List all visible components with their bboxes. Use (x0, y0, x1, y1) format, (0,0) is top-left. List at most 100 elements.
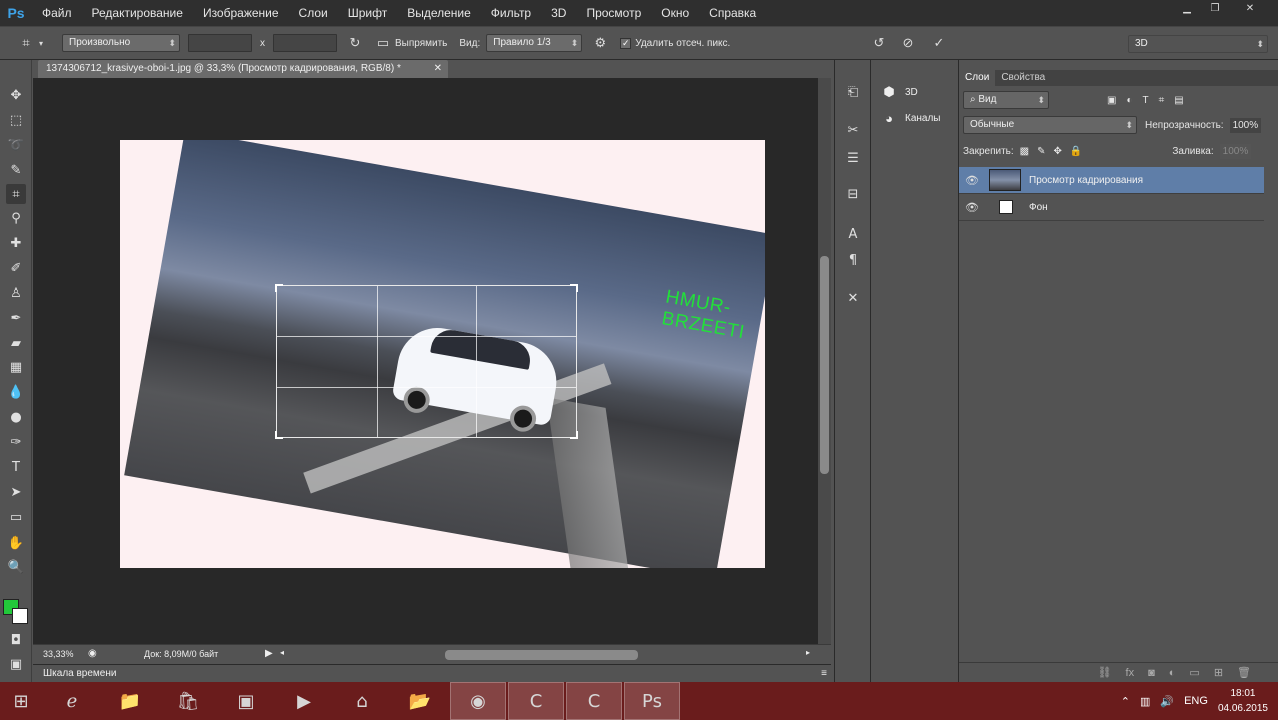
scroll-left-icon[interactable]: ◂ (280, 648, 284, 657)
screen-mode-icon[interactable]: ▣ (6, 654, 26, 674)
filter-adjust-icon[interactable]: ◐ (1126, 95, 1132, 106)
photoshop-taskbar-icon[interactable]: Ps (624, 682, 680, 720)
ie-icon[interactable]: ℯ (44, 682, 100, 720)
stamp-tool-icon[interactable]: ♙ (6, 283, 26, 303)
share-icon[interactable]: ◉ (88, 648, 97, 659)
minimize-icon[interactable]: ▁ (1174, 2, 1200, 16)
character-icon[interactable]: A (843, 224, 863, 244)
straighten-icon[interactable]: ▭ (373, 33, 393, 53)
close-icon[interactable]: ✕ (1230, 2, 1270, 16)
vertical-scroll-thumb[interactable] (820, 256, 829, 474)
clock[interactable]: 18:01 04.06.2015 (1218, 686, 1268, 716)
horizontal-scroll-thumb[interactable] (445, 650, 638, 660)
crop-box[interactable] (275, 284, 578, 439)
camtasia-recorder-icon[interactable]: C (566, 682, 622, 720)
move-tool-icon[interactable]: ✥ (6, 85, 26, 105)
close-tab-icon[interactable]: ✕ (434, 60, 442, 78)
camtasia-icon[interactable]: C (508, 682, 564, 720)
lasso-tool-icon[interactable]: ➰ (6, 135, 26, 155)
hand-tool-icon[interactable]: ✋ (6, 533, 26, 553)
tool-presets-icon[interactable]: ✕ (843, 288, 863, 308)
explorer-icon[interactable]: 📁 (102, 682, 158, 720)
fx-icon[interactable]: fx (1126, 667, 1135, 679)
menu-filter[interactable]: Фильтр (481, 0, 541, 26)
panel-channels-button[interactable]: ◕ Каналы (881, 108, 940, 128)
history-brush-icon[interactable]: ✒ (6, 308, 26, 328)
properties-icon[interactable]: ⊟ (843, 184, 863, 204)
tab-layers[interactable]: Слои (959, 70, 996, 86)
home-icon[interactable]: ⌂ (334, 682, 390, 720)
blur-tool-icon[interactable]: 💧 (6, 382, 26, 402)
healing-tool-icon[interactable]: ✚ (6, 233, 26, 253)
menu-layers[interactable]: Слои (289, 0, 338, 26)
crop-tool-icon[interactable]: ⌗ (6, 184, 26, 204)
crop-handle-bottom-right[interactable] (570, 431, 578, 439)
pen-tool-icon[interactable]: ✑ (6, 432, 26, 452)
quick-select-tool-icon[interactable]: ✎ (6, 160, 26, 180)
eraser-tool-icon[interactable]: ▰ (6, 333, 26, 353)
cancel-icon[interactable]: ⊘ (898, 33, 918, 53)
onenote-icon[interactable]: ▣ (218, 682, 274, 720)
commit-icon[interactable]: ✓ (929, 33, 949, 53)
delete-cropped-checkbox[interactable]: ✓ Удалить отсеч. пикс. (620, 37, 730, 49)
layer-filter-select[interactable]: ⌕ Вид (963, 91, 1049, 109)
fill-input[interactable]: 100% (1219, 143, 1252, 159)
scroll-right-icon[interactable]: ▸ (806, 648, 810, 657)
folder-icon[interactable]: 📂 (392, 682, 448, 720)
menu-3d[interactable]: 3D (541, 0, 576, 26)
reset-icon[interactable]: ↺ (869, 33, 889, 53)
opacity-input[interactable]: 100% (1229, 117, 1262, 133)
trash-icon[interactable]: 🗑 (1237, 666, 1251, 679)
ratio-select[interactable]: Произвольно (62, 34, 180, 52)
layer-name[interactable]: Просмотр кадрирования (1029, 175, 1143, 186)
add-mask-icon[interactable]: ◙ (1148, 667, 1155, 679)
layer-row[interactable]: 👁 Просмотр кадрирования (959, 167, 1264, 194)
workspace-select[interactable]: 3D (1128, 35, 1268, 53)
keyboard-language[interactable]: ENG (1184, 695, 1208, 707)
link-layers-icon[interactable]: ⛓ (1098, 666, 1112, 679)
quick-mask-icon[interactable]: ◘ (6, 630, 26, 650)
filter-pixel-icon[interactable]: ▣ (1107, 95, 1116, 106)
adjustments-icon[interactable]: ☰ (843, 148, 863, 168)
media-icon[interactable]: ▶ (276, 682, 332, 720)
lock-pixels-icon[interactable]: ✎ (1037, 146, 1045, 157)
width-input[interactable] (188, 34, 252, 52)
arrow-right-icon[interactable]: ▶ (265, 648, 273, 659)
height-input[interactable] (273, 34, 337, 52)
menu-window[interactable]: Окно (651, 0, 699, 26)
panel-menu-icon[interactable]: ≡ (821, 665, 827, 682)
menu-help[interactable]: Справка (699, 0, 766, 26)
actions-icon[interactable]: ✂ (843, 120, 863, 140)
new-group-icon[interactable]: ▭ (1189, 666, 1199, 679)
menu-select[interactable]: Выделение (397, 0, 481, 26)
chrome-icon[interactable]: ◉ (450, 682, 506, 720)
menu-image[interactable]: Изображение (193, 0, 289, 26)
tray-chevron-icon[interactable]: ⌃ (1121, 695, 1130, 708)
paragraph-icon[interactable]: ¶ (843, 250, 863, 270)
crop-tool-icon[interactable]: ⌗ (16, 33, 36, 53)
brush-tool-icon[interactable]: ✐ (6, 258, 26, 278)
filter-smart-icon[interactable]: ▤ (1174, 95, 1183, 106)
background-color-swatch[interactable] (12, 608, 28, 624)
lock-position-icon[interactable]: ✥ (1054, 146, 1062, 157)
zoom-level[interactable]: 33,33% (43, 649, 74, 659)
network-icon[interactable]: ▥ (1140, 695, 1150, 708)
crop-handle-bottom-left[interactable] (275, 431, 283, 439)
layer-row[interactable]: 👁 Фон (959, 194, 1264, 221)
straighten-button[interactable]: Выпрямить (395, 38, 447, 49)
filter-shape-icon[interactable]: ⌗ (1159, 95, 1165, 106)
timeline-panel[interactable]: Шкала времени ≡ (33, 664, 831, 682)
layer-name[interactable]: Фон (1029, 202, 1048, 213)
history-icon[interactable]: ⎗ (843, 82, 863, 102)
gear-icon[interactable]: ⚙ (590, 33, 610, 53)
chevron-down-icon[interactable]: ▾ (36, 33, 46, 53)
zoom-tool-icon[interactable]: 🔍 (6, 557, 26, 577)
menu-edit[interactable]: Редактирование (82, 0, 193, 26)
restore-icon[interactable]: ❐ (1202, 2, 1228, 16)
menu-view[interactable]: Просмотр (576, 0, 651, 26)
shape-tool-icon[interactable]: ▭ (6, 507, 26, 527)
overlay-select[interactable]: Правило 1/3 (486, 34, 583, 52)
eye-icon[interactable]: 👁 (959, 201, 985, 214)
doc-info[interactable]: Док: 8,09M/0 байт (144, 649, 218, 659)
document-tab[interactable]: 1374306712_krasivye-oboi-1.jpg @ 33,3% (… (38, 60, 448, 78)
